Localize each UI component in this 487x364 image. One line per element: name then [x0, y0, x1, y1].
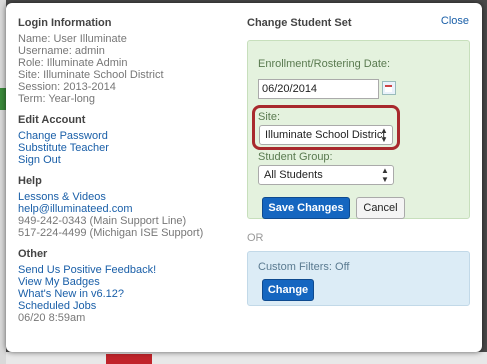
session-timestamp: 06/20 8:59am — [18, 312, 86, 324]
change-filters-button[interactable]: Change — [262, 279, 314, 301]
login-username: Username: admin — [18, 45, 105, 57]
student-set-panel: Enrollment/Rostering Date: 06/20/2014 Si… — [247, 40, 470, 219]
select-arrows-icon: ▲ ▼ — [380, 126, 388, 144]
help-email-link[interactable]: help@illuminateed.com — [18, 203, 228, 215]
account-info-column: Login Information Name: User Illuminate … — [18, 17, 228, 333]
login-site: Site: Illuminate School District — [18, 69, 164, 81]
student-group-value: All Students — [264, 169, 323, 181]
enrollment-date-label: Enrollment/Rostering Date: — [258, 58, 391, 70]
main-support-phone: 949-242-0343 (Main Support Line) — [18, 215, 187, 227]
or-divider: OR — [247, 232, 264, 244]
account-modal: Close Login Information Name: User Illum… — [6, 3, 482, 352]
login-information-section: Login Information Name: User Illuminate … — [18, 17, 228, 105]
scheduled-jobs-link[interactable]: Scheduled Jobs — [18, 300, 228, 312]
sign-out-link[interactable]: Sign Out — [18, 154, 228, 166]
login-term: Term: Year-long — [18, 93, 96, 105]
student-set-column: Change Student Set Enrollment/Rostering … — [247, 17, 470, 306]
other-section: Other Send Us Positive Feedback! View My… — [18, 248, 228, 324]
login-role: Role: Illuminate Admin — [18, 57, 128, 69]
background-red-bar — [106, 354, 152, 364]
view-badges-link[interactable]: View My Badges — [18, 276, 228, 288]
login-name: Name: User Illuminate — [18, 33, 127, 45]
login-session: Session: 2013-2014 — [18, 81, 116, 93]
other-title: Other — [18, 248, 48, 260]
student-group-select[interactable]: All Students ▲ ▼ — [258, 165, 394, 185]
site-label: Site: — [258, 111, 281, 123]
help-title: Help — [18, 175, 42, 187]
site-select[interactable]: Illuminate School District ▲ ▼ — [259, 125, 393, 145]
cancel-button[interactable]: Cancel — [356, 197, 405, 219]
site-select-value: Illuminate School District — [265, 129, 386, 141]
calendar-icon[interactable] — [382, 81, 396, 95]
enrollment-date-input[interactable]: 06/20/2014 — [258, 79, 379, 99]
lessons-videos-link[interactable]: Lessons & Videos — [18, 191, 228, 203]
login-information-title: Login Information — [18, 17, 112, 29]
edit-account-title: Edit Account — [18, 114, 86, 126]
background-footer — [6, 352, 487, 364]
positive-feedback-link[interactable]: Send Us Positive Feedback! — [18, 264, 228, 276]
michigan-support-phone: 517-224-4499 (Michigan ISE Support) — [18, 227, 204, 239]
edit-account-section: Edit Account Change Password Substitute … — [18, 114, 228, 166]
student-group-label: Student Group: — [258, 151, 333, 163]
whats-new-link[interactable]: What's New in v6.12? — [18, 288, 228, 300]
select-arrows-icon: ▲ ▼ — [381, 166, 389, 184]
help-section: Help Lessons & Videos help@illuminateed.… — [18, 175, 228, 239]
custom-filters-status: Custom Filters: Off — [258, 261, 350, 273]
save-changes-button[interactable]: Save Changes — [262, 197, 350, 219]
change-password-link[interactable]: Change Password — [18, 130, 228, 142]
custom-filters-panel: Custom Filters: Off Change — [247, 251, 470, 306]
change-student-set-title: Change Student Set — [247, 17, 352, 29]
substitute-teacher-link[interactable]: Substitute Teacher — [18, 142, 228, 154]
